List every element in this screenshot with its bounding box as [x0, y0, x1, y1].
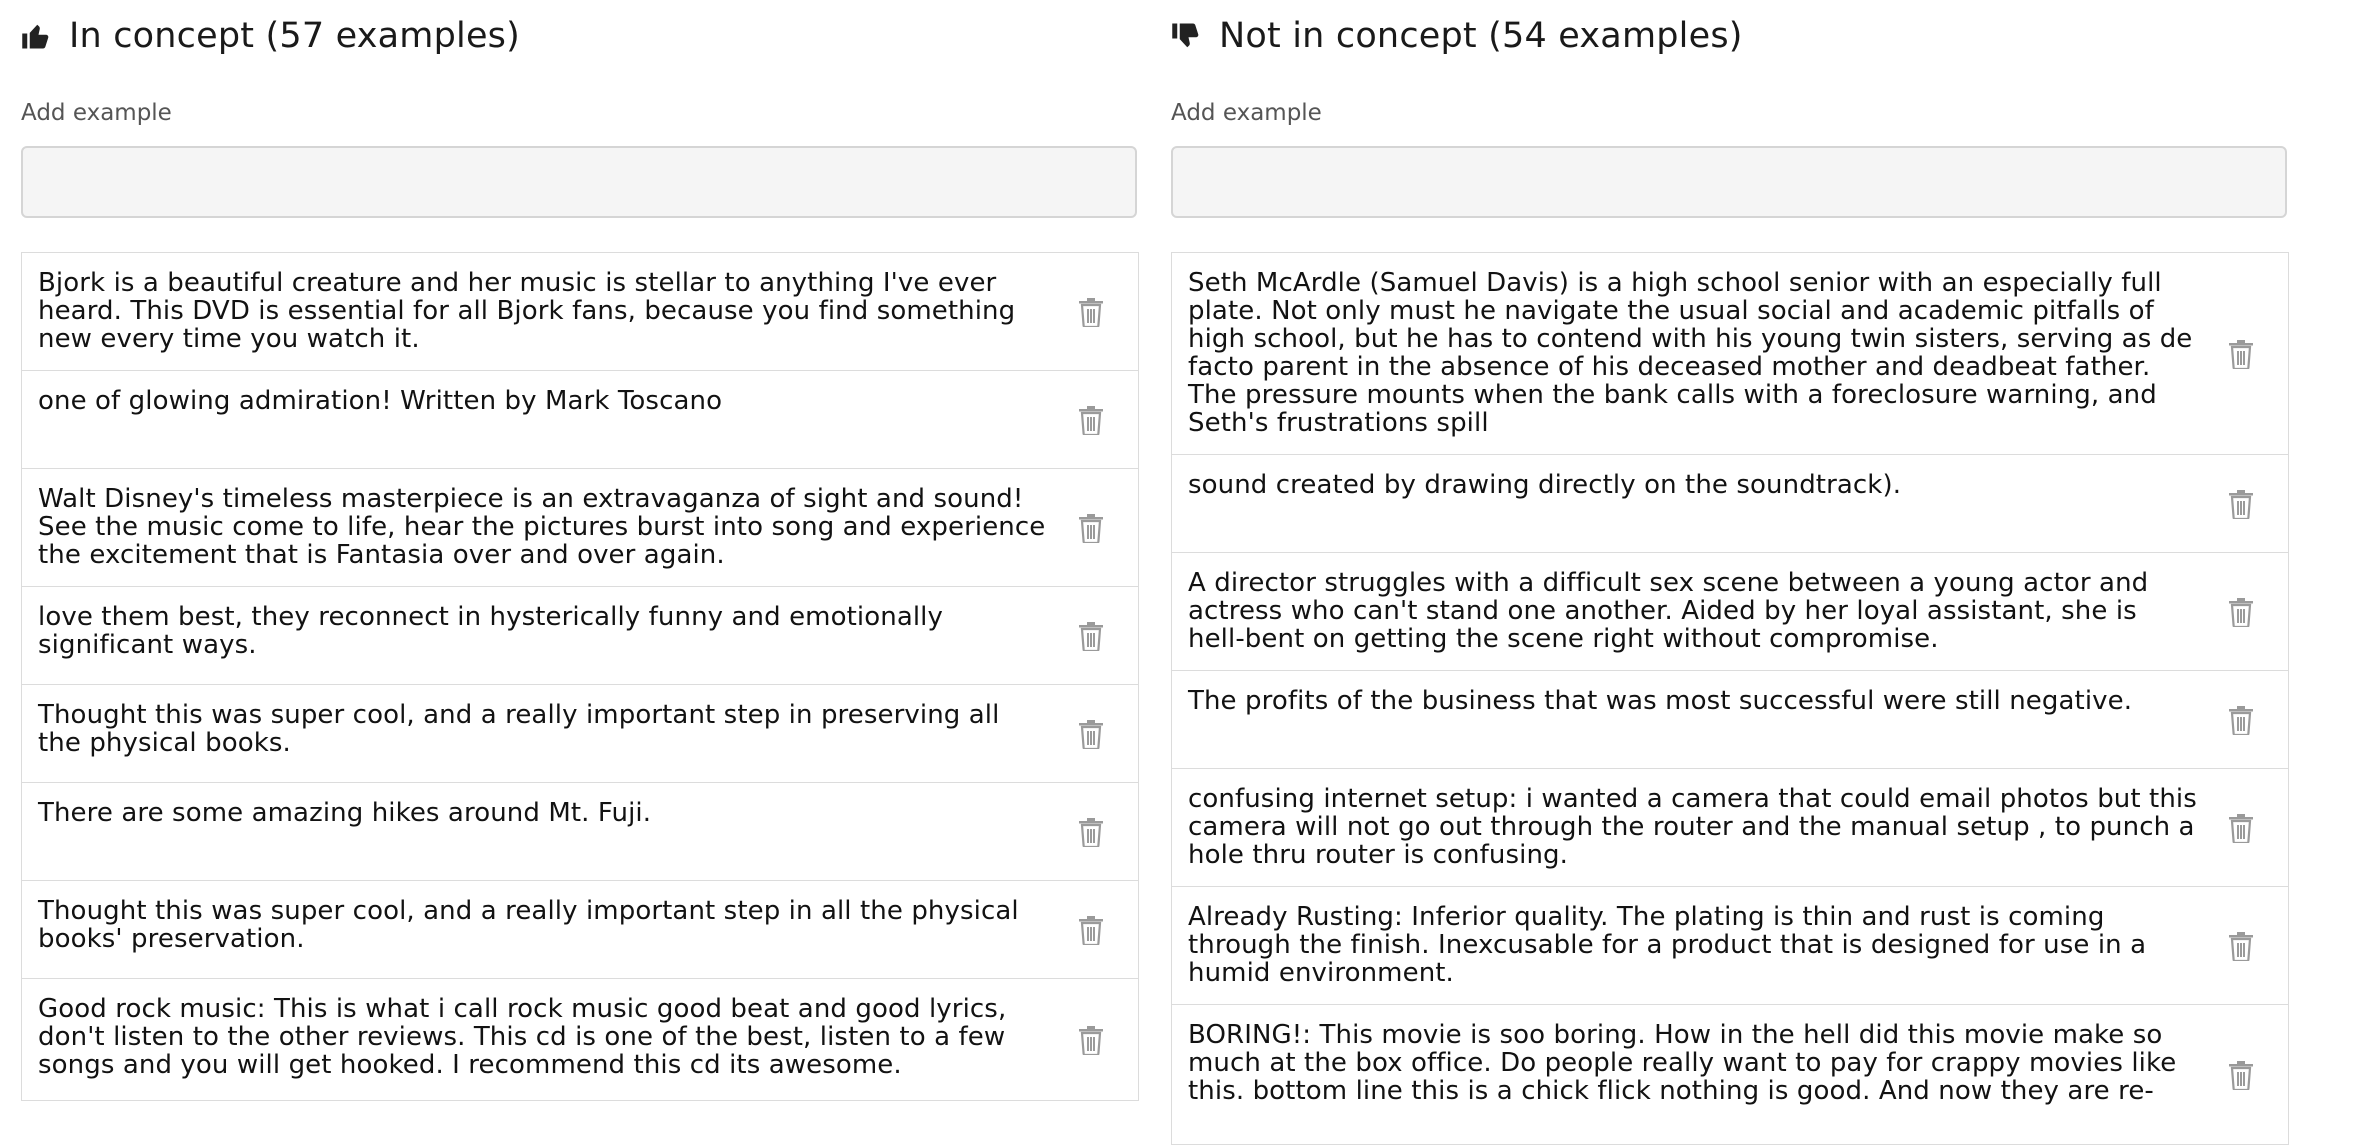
delete-example-trash-icon[interactable] [2228, 705, 2254, 736]
example-row: love them best, they reconnect in hyster… [22, 587, 1138, 685]
example-text: one of glowing admiration! Written by Ma… [38, 386, 723, 416]
not-in-concept-example-list: Seth McArdle (Samuel Davis) is a high sc… [1171, 252, 2289, 1145]
add-example-label: Add example [21, 100, 172, 126]
in-concept-title: In concept (57 examples) [69, 16, 520, 56]
not-in-concept-header: Not in concept (54 examples) [1171, 0, 2293, 72]
in-concept-example-list: Bjork is a beautiful creature and her mu… [21, 252, 1139, 1101]
example-row: BORING!: This movie is soo boring. How i… [1172, 1005, 2288, 1145]
example-text: sound created by drawing directly on the… [1188, 470, 1902, 500]
example-text: Good rock music: This is what i call roc… [38, 994, 1007, 1080]
example-row: There are some amazing hikes around Mt. … [22, 783, 1138, 881]
delete-example-trash-icon[interactable] [2228, 489, 2254, 520]
example-row: Seth McArdle (Samuel Davis) is a high sc… [1172, 253, 2288, 455]
example-text: Bjork is a beautiful creature and her mu… [38, 268, 1016, 354]
example-text: Walt Disney's timeless masterpiece is an… [38, 484, 1046, 570]
add-example-label: Add example [1171, 100, 1322, 126]
example-text: A director struggles with a difficult se… [1188, 568, 2149, 654]
delete-example-trash-icon[interactable] [1078, 817, 1104, 848]
example-row: Good rock music: This is what i call roc… [22, 979, 1138, 1101]
delete-example-trash-icon[interactable] [2228, 931, 2254, 962]
example-text: Seth McArdle (Samuel Davis) is a high sc… [1188, 268, 2193, 438]
example-row: Already Rusting: Inferior quality. The p… [1172, 887, 2288, 1005]
example-text: Thought this was super cool, and a reall… [38, 896, 1019, 954]
example-row: The profits of the business that was mos… [1172, 671, 2288, 769]
example-row: Bjork is a beautiful creature and her mu… [22, 253, 1138, 371]
example-row: Walt Disney's timeless masterpiece is an… [22, 469, 1138, 587]
delete-example-trash-icon[interactable] [2228, 813, 2254, 844]
example-text: The profits of the business that was mos… [1188, 686, 2133, 716]
delete-example-trash-icon[interactable] [1078, 915, 1104, 946]
example-row: sound created by drawing directly on the… [1172, 455, 2288, 553]
delete-example-trash-icon[interactable] [1078, 405, 1104, 436]
delete-example-trash-icon[interactable] [2228, 339, 2254, 370]
not-in-concept-title: Not in concept (54 examples) [1219, 16, 1743, 56]
thumbs-up-icon [21, 21, 51, 51]
example-text: Thought this was super cool, and a reall… [38, 700, 1000, 758]
delete-example-trash-icon[interactable] [2228, 1060, 2254, 1091]
example-text: Already Rusting: Inferior quality. The p… [1188, 902, 2147, 988]
add-example-input[interactable] [1171, 146, 2287, 218]
thumbs-down-icon [1171, 21, 1201, 51]
delete-example-trash-icon[interactable] [2228, 597, 2254, 628]
example-row: A director struggles with a difficult se… [1172, 553, 2288, 671]
not-in-concept-column: Not in concept (54 examples) Add example… [1171, 0, 2293, 1145]
delete-example-trash-icon[interactable] [1078, 513, 1104, 544]
add-example-input[interactable] [21, 146, 1137, 218]
delete-example-trash-icon[interactable] [1078, 1025, 1104, 1056]
example-text: There are some amazing hikes around Mt. … [38, 798, 652, 828]
delete-example-trash-icon[interactable] [1078, 621, 1104, 652]
example-row: one of glowing admiration! Written by Ma… [22, 371, 1138, 469]
example-text: BORING!: This movie is soo boring. How i… [1188, 1020, 2177, 1106]
delete-example-trash-icon[interactable] [1078, 297, 1104, 328]
delete-example-trash-icon[interactable] [1078, 719, 1104, 750]
example-text: love them best, they reconnect in hyster… [38, 602, 943, 660]
in-concept-header: In concept (57 examples) [21, 0, 1143, 72]
example-row: Thought this was super cool, and a reall… [22, 685, 1138, 783]
example-row: Thought this was super cool, and a reall… [22, 881, 1138, 979]
example-text: confusing internet setup: i wanted a cam… [1188, 784, 2197, 870]
in-concept-column: In concept (57 examples) Add example Bjo… [21, 0, 1143, 1101]
example-row: confusing internet setup: i wanted a cam… [1172, 769, 2288, 887]
